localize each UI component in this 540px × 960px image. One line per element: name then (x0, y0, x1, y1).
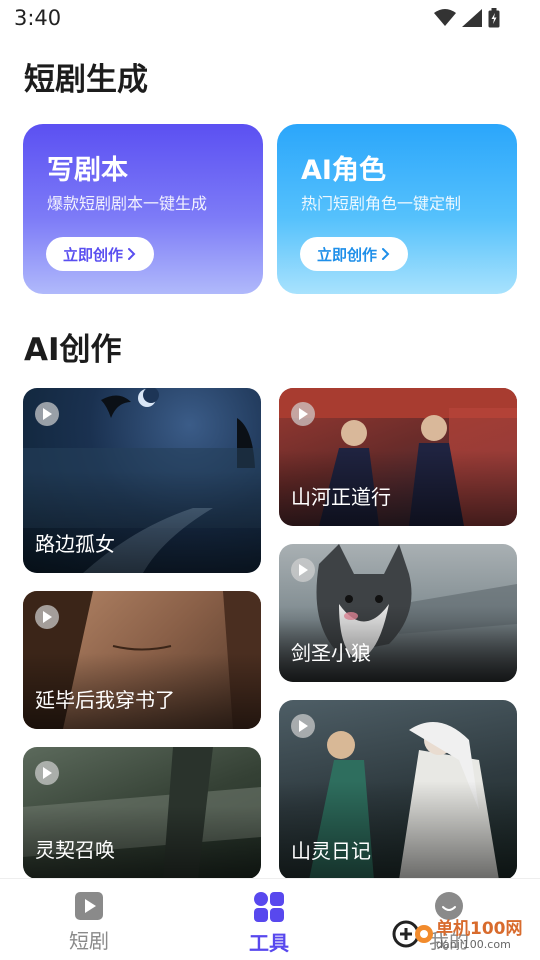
video-card[interactable]: 灵契召唤 (23, 747, 261, 879)
banner-title: 写剧本 (47, 155, 128, 186)
signal-icon (462, 9, 482, 27)
banner-title: AI角色 (301, 155, 386, 186)
watermark-name: 单机100网 (436, 919, 523, 939)
play-square-icon (75, 892, 103, 920)
card-shade (279, 781, 517, 880)
card-title: 剑圣小狼 (291, 641, 371, 665)
video-card[interactable]: 山河正道行 (279, 388, 517, 526)
chevron-right-icon (128, 248, 136, 260)
play-icon (35, 402, 59, 426)
battery-icon (488, 8, 500, 28)
watermark-url: danji100.com (436, 938, 511, 951)
grid-icon (254, 892, 284, 922)
banner-subtitle: 热门短剧角色一键定制 (301, 194, 462, 213)
wifi-icon (434, 9, 456, 26)
status-time: 3:40 (14, 6, 62, 30)
nav-item-tools[interactable]: 工具 (209, 891, 329, 956)
write-script-banner[interactable]: 写剧本 爆款短剧剧本一键生成 立即创作 (23, 124, 263, 294)
ai-character-banner[interactable]: AI角色 热门短剧角色一键定制 立即创作 (277, 124, 517, 294)
section-title-ai-creation: AI创作 (24, 332, 122, 368)
section-title-short-drama: 短剧生成 (24, 62, 148, 98)
nav-label: 短剧 (69, 929, 109, 953)
video-card[interactable]: 路边孤女 (23, 388, 261, 573)
status-bar: 3:40 (0, 0, 540, 38)
play-icon (35, 761, 59, 785)
card-title: 山河正道行 (291, 485, 391, 509)
create-now-button[interactable]: 立即创作 (46, 237, 154, 271)
chevron-right-icon (382, 248, 390, 260)
play-icon (291, 714, 315, 738)
create-now-label: 立即创作 (62, 245, 123, 264)
video-card[interactable]: 剑圣小狼 (279, 544, 517, 682)
create-now-label: 立即创作 (316, 245, 377, 264)
card-title: 路边孤女 (35, 532, 115, 556)
card-shade (23, 471, 261, 573)
nav-label: 工具 (249, 931, 289, 955)
video-card[interactable]: 延毕后我穿书了 (23, 591, 261, 729)
watermark-logo-icon (392, 920, 433, 948)
status-icons (434, 8, 500, 28)
play-icon (291, 402, 315, 426)
card-title: 灵契召唤 (35, 838, 115, 862)
play-icon (35, 605, 59, 629)
card-title: 延毕后我穿书了 (35, 688, 175, 712)
site-watermark: 单机100网 danji100.com (392, 912, 540, 958)
nav-item-short-drama[interactable]: 短剧 (29, 891, 149, 954)
video-card[interactable]: 山灵日记 (279, 700, 517, 880)
card-title: 山灵日记 (291, 839, 371, 863)
play-icon (291, 558, 315, 582)
create-now-button[interactable]: 立即创作 (300, 237, 408, 271)
banner-subtitle: 爆款短剧剧本一键生成 (47, 194, 208, 213)
